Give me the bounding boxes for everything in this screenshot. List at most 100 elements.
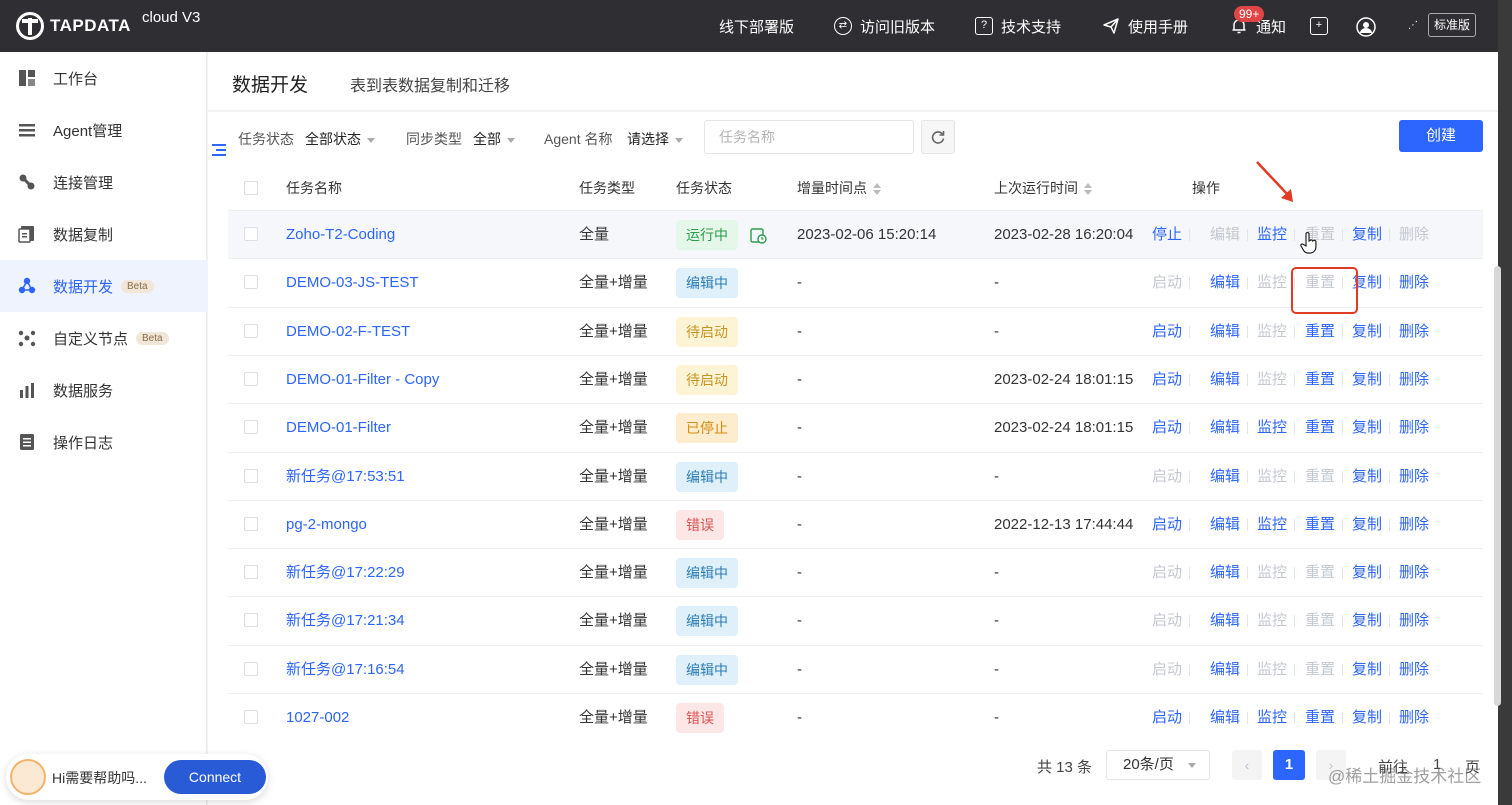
copy-button[interactable]: 复制 xyxy=(1352,694,1382,742)
reset-button[interactable]: 重置 xyxy=(1305,308,1335,356)
row-checkbox[interactable] xyxy=(244,371,258,386)
task-name-link[interactable]: DEMO-03-JS-TEST xyxy=(286,259,419,307)
column-header-last-run[interactable]: 上次运行时间 xyxy=(994,166,1092,210)
reset-button[interactable]: 重置 xyxy=(1305,694,1335,742)
table-row[interactable]: 新任务@17:53:51 全量+增量 编辑中 - - 启动 编辑 监控 重置 复制 删除 xyxy=(228,451,1483,501)
sidebar-item-custom-node[interactable]: 自定义节点 Beta xyxy=(0,312,207,364)
sidebar-item-data-service[interactable]: 数据服务 xyxy=(0,364,207,416)
table-row[interactable]: pg-2-mongo 全量+增量 错误 - 2022-12-13 17:44:44 启动编… xyxy=(228,499,1483,549)
delete-button[interactable]: 删除 xyxy=(1399,453,1429,501)
manual-link[interactable]: 使用手册 xyxy=(1102,14,1188,38)
edit-button[interactable]: 编辑 xyxy=(1210,549,1240,597)
row-checkbox[interactable] xyxy=(244,227,258,241)
tech-support-link[interactable]: ? 技术支持 xyxy=(975,14,1061,38)
table-scrollbar[interactable] xyxy=(1494,266,1501,706)
reset-button[interactable]: 重置 xyxy=(1305,404,1335,452)
plan-badge[interactable]: 标准版 xyxy=(1428,13,1476,37)
row-checkbox[interactable] xyxy=(244,661,258,676)
refresh-button[interactable] xyxy=(921,120,955,154)
table-row[interactable]: 新任务@17:22:29 全量+增量 编辑中 - - 启动 编辑 监控 重置 复制 删除 xyxy=(228,548,1483,596)
edit-button[interactable]: 编辑 xyxy=(1210,308,1240,356)
page-size-select[interactable]: 20条/页 xyxy=(1106,750,1210,780)
offline-deploy-link[interactable]: 线下部署版 xyxy=(719,14,794,38)
task-name-link[interactable]: 新任务@17:21:34 xyxy=(286,597,405,645)
delete-button[interactable]: 删除 xyxy=(1399,549,1429,597)
start-stop-button[interactable]: 启动 xyxy=(1152,308,1182,356)
row-checkbox[interactable] xyxy=(244,420,258,435)
table-row[interactable]: 新任务@17:21:34 全量+增量 编辑中 - - 启动 编辑 监控 重置 复制 删除 xyxy=(228,596,1483,644)
monitor-button[interactable]: 监控 xyxy=(1257,404,1287,452)
start-stop-button[interactable]: 启动 xyxy=(1152,356,1182,404)
help-chat-widget[interactable]: Hi需要帮助吗... Connect xyxy=(6,754,268,800)
task-name-search-input[interactable] xyxy=(704,120,914,154)
delete-button[interactable]: 删除 xyxy=(1399,259,1429,307)
monitor-button[interactable]: 监控 xyxy=(1257,501,1287,549)
copy-button[interactable]: 复制 xyxy=(1352,404,1382,452)
sidebar-item-workbench[interactable]: 工作台 xyxy=(0,52,207,104)
table-row[interactable]: DEMO-01-Filter - Copy 全量+增量 待启动 - 2023-02-24… xyxy=(228,354,1483,404)
copy-button[interactable]: 复制 xyxy=(1352,453,1382,501)
sidebar-item-data-copy[interactable]: 数据复制 xyxy=(0,208,207,260)
edit-button[interactable]: 编辑 xyxy=(1210,453,1240,501)
row-checkbox[interactable] xyxy=(244,516,258,531)
collapse-tree-icon[interactable] xyxy=(212,143,226,157)
more-menu-button[interactable]: ⋰ xyxy=(1404,14,1430,38)
copy-button[interactable]: 复制 xyxy=(1352,501,1382,549)
edit-button[interactable]: 编辑 xyxy=(1210,501,1240,549)
row-checkbox[interactable] xyxy=(244,613,258,628)
edit-button[interactable]: 编辑 xyxy=(1210,404,1240,452)
edit-button[interactable]: 编辑 xyxy=(1210,646,1240,694)
old-version-link[interactable]: ⇄ 访问旧版本 xyxy=(834,14,935,38)
edit-button[interactable]: 编辑 xyxy=(1210,694,1240,742)
delete-button[interactable]: 删除 xyxy=(1399,646,1429,694)
task-name-link[interactable]: 新任务@17:16:54 xyxy=(286,646,405,694)
delete-button[interactable]: 删除 xyxy=(1399,694,1429,742)
delete-button[interactable]: 删除 xyxy=(1399,356,1429,404)
task-name-link[interactable]: DEMO-01-Filter xyxy=(286,404,391,452)
task-name-link[interactable]: DEMO-02-F-TEST xyxy=(286,308,410,356)
sync-type-select[interactable]: 全部 xyxy=(473,129,515,149)
task-name-link[interactable]: 新任务@17:22:29 xyxy=(286,549,405,597)
edit-button[interactable]: 编辑 xyxy=(1210,597,1240,645)
start-stop-button[interactable]: 启动 xyxy=(1152,404,1182,452)
task-name-link[interactable]: 1027-002 xyxy=(286,694,349,742)
row-checkbox[interactable] xyxy=(244,565,258,580)
sidebar-item-agent[interactable]: Agent管理 xyxy=(0,104,207,156)
create-task-button[interactable]: 创建 xyxy=(1399,120,1483,152)
monitor-button[interactable]: 监控 xyxy=(1257,694,1287,742)
select-all-checkbox[interactable] xyxy=(244,181,258,195)
sidebar-item-connection[interactable]: 连接管理 xyxy=(0,156,207,208)
language-button[interactable]: + xyxy=(1310,14,1336,38)
user-avatar-button[interactable] xyxy=(1356,14,1382,38)
delete-button[interactable]: 删除 xyxy=(1399,501,1429,549)
start-stop-button[interactable]: 启动 xyxy=(1152,501,1182,549)
schedule-icon[interactable] xyxy=(750,227,767,247)
row-checkbox[interactable] xyxy=(244,468,258,483)
copy-button[interactable]: 复制 xyxy=(1352,646,1382,694)
sidebar-item-operation-log[interactable]: 操作日志 xyxy=(0,416,207,468)
row-checkbox[interactable] xyxy=(244,275,258,290)
copy-button[interactable]: 复制 xyxy=(1352,308,1382,356)
page-number-current[interactable]: 1 xyxy=(1273,750,1305,780)
reset-button[interactable]: 重置 xyxy=(1305,356,1335,404)
table-row[interactable]: 1027-002 全量+增量 错误 - - 启动 编辑 监控 重置 复制 删除 xyxy=(228,693,1483,741)
row-checkbox[interactable] xyxy=(244,323,258,338)
edit-button[interactable]: 编辑 xyxy=(1210,356,1240,404)
copy-button[interactable]: 复制 xyxy=(1352,211,1382,259)
table-row[interactable]: 新任务@17:16:54 全量+增量 编辑中 - - 启动 编辑 监控 重置 复制 删除 xyxy=(228,644,1483,694)
copy-button[interactable]: 复制 xyxy=(1352,549,1382,597)
delete-button[interactable]: 删除 xyxy=(1399,404,1429,452)
agent-name-select[interactable]: 请选择 xyxy=(627,129,683,149)
delete-button[interactable]: 删除 xyxy=(1399,597,1429,645)
column-header-incr-time[interactable]: 增量时间点 xyxy=(797,166,881,210)
start-stop-button[interactable]: 启动 xyxy=(1152,694,1182,742)
row-checkbox[interactable] xyxy=(244,710,258,724)
brand-logo[interactable]: TAPDATA xyxy=(16,12,131,40)
start-stop-button[interactable]: 停止 xyxy=(1152,211,1182,259)
task-name-link[interactable]: 新任务@17:53:51 xyxy=(286,453,405,501)
task-name-link[interactable]: pg-2-mongo xyxy=(286,501,367,549)
copy-button[interactable]: 复制 xyxy=(1352,597,1382,645)
chat-connect-button[interactable]: Connect xyxy=(164,760,266,794)
monitor-button[interactable]: 监控 xyxy=(1257,211,1287,259)
table-row[interactable]: DEMO-01-Filter 全量+增量 已停止 - 2023-02-24 18:01:… xyxy=(228,403,1483,451)
